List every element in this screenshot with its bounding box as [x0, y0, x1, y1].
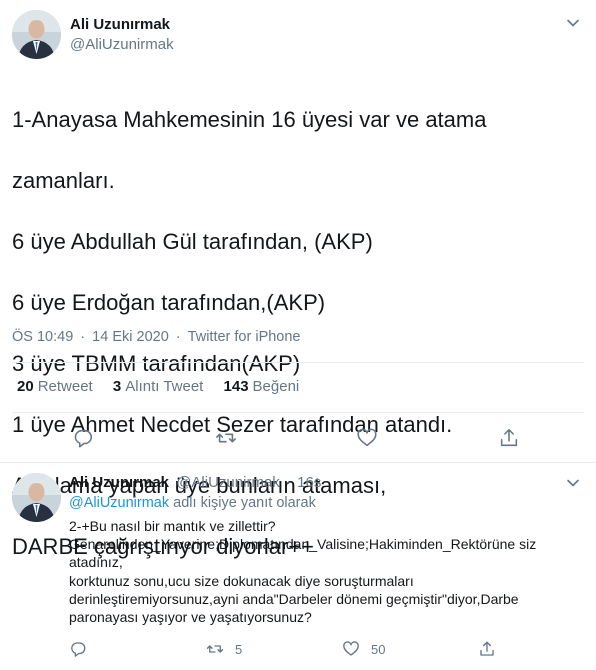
- meta-separator: ·: [175, 329, 181, 345]
- replying-to: @AliUzunirmak adlı kişiye yanıt olarak: [69, 495, 316, 511]
- reply-like-count: 50: [371, 641, 386, 657]
- likes-stat[interactable]: 143 Beğeni: [224, 378, 300, 395]
- like-button[interactable]: 50: [342, 636, 385, 662]
- avatar[interactable]: [12, 473, 61, 522]
- retweets-label: Retweet: [37, 378, 93, 395]
- reply-button[interactable]: [66, 421, 100, 455]
- quotes-count: 3: [112, 378, 122, 395]
- retweets-count: 20: [17, 378, 34, 395]
- tweet-meta: ÖS 10:49 · 14 Eki 2020 · Twitter for iPh…: [12, 329, 301, 345]
- retweet-icon: [206, 645, 224, 653]
- share-button[interactable]: [492, 421, 526, 455]
- reply-icon: [74, 429, 93, 448]
- likes-label: Beğeni: [252, 378, 300, 395]
- reply-button[interactable]: [69, 636, 87, 662]
- tweet-stats: 20 Retweet 3 Alıntı Tweet 143 Beğeni: [17, 378, 315, 395]
- tweet-text-line: 3 üye TBMM tarafından(AKP): [12, 350, 301, 376]
- reply-text-line: atadınız,: [69, 554, 123, 571]
- tweet-text-line: 6 üye Erdoğan tarafından,(AKP): [12, 289, 326, 315]
- author-name[interactable]: Ali Uzunırmak: [70, 16, 170, 33]
- meta-separator: ·: [80, 329, 86, 345]
- reply-author-handle[interactable]: @AliUzunirmak: [176, 474, 280, 491]
- tweet-text-line: 6 üye Abdullah Gül tarafından, (AKP): [12, 228, 373, 254]
- like-button[interactable]: [350, 421, 384, 455]
- retweet-button[interactable]: [209, 421, 243, 455]
- reply-header: Ali Uzunırmak @AliUzunirmak · 16s: [69, 474, 321, 491]
- share-icon: [480, 641, 494, 656]
- replying-mention[interactable]: @AliUzunirmak: [69, 495, 169, 511]
- tweet-time[interactable]: ÖS 10:49: [12, 329, 73, 345]
- meta-separator: ·: [285, 474, 291, 491]
- reply-text-line: korktunuz sonu,ucu size dokunacak diye s…: [69, 572, 414, 589]
- quotes-label: Alıntı Tweet: [125, 378, 204, 395]
- main-tweet: Ali Uzunırmak @AliUzunirmak 1-Anayasa Ma…: [0, 0, 596, 559]
- reply-text-line: 2-+Bu nasıl bir mantık ve zillettir?: [69, 518, 276, 534]
- reply-text-line: derinleştiremiyorsunuz,ayni anda"Darbele…: [69, 590, 519, 607]
- retweets-stat[interactable]: 20 Retweet: [17, 378, 93, 395]
- reply-author-name[interactable]: Ali Uzunırmak: [69, 474, 169, 491]
- like-icon: [357, 428, 377, 447]
- tweet-date[interactable]: 14 Eki 2020: [92, 329, 169, 345]
- retweet-icon: [216, 433, 236, 443]
- chevron-down-icon[interactable]: [566, 16, 580, 30]
- likes-count: 143: [223, 378, 249, 395]
- share-button[interactable]: [478, 636, 496, 662]
- divider: [12, 362, 584, 363]
- reply-retweet-count: 5: [235, 641, 243, 657]
- reply-text-line: Genarelinden_Yaverine;Diplomatından_Vali…: [69, 536, 537, 553]
- reply-icon: [71, 642, 86, 657]
- reply-text: 2-+Bu nasıl bir mantık ve zillettir? Gen…: [69, 517, 589, 626]
- avatar[interactable]: [12, 10, 61, 59]
- reply-actions: 5 50: [0, 636, 596, 664]
- retweet-button[interactable]: 5: [206, 636, 242, 662]
- tweet-source[interactable]: Twitter for iPhone: [188, 329, 301, 345]
- chevron-down-icon[interactable]: [566, 476, 580, 490]
- divider: [12, 412, 584, 413]
- replying-suffix: adlı kişiye yanıt olarak: [173, 495, 316, 511]
- quotes-stat[interactable]: 3 Alıntı Tweet: [113, 378, 203, 395]
- reply-text-line: paronayası yaşıyor ve yaşatıyorsunuz?: [69, 609, 312, 626]
- share-icon: [500, 428, 518, 447]
- tweet-text-line: zamanları.: [12, 167, 115, 193]
- tweet-text-line: 1-Anayasa Mahkemesinin 16 üyesi var ve a…: [12, 106, 487, 132]
- like-icon: [343, 641, 359, 656]
- author-handle[interactable]: @AliUzunirmak: [70, 36, 174, 53]
- tweet-actions: [0, 420, 596, 456]
- reply-time[interactable]: 16s: [297, 474, 321, 491]
